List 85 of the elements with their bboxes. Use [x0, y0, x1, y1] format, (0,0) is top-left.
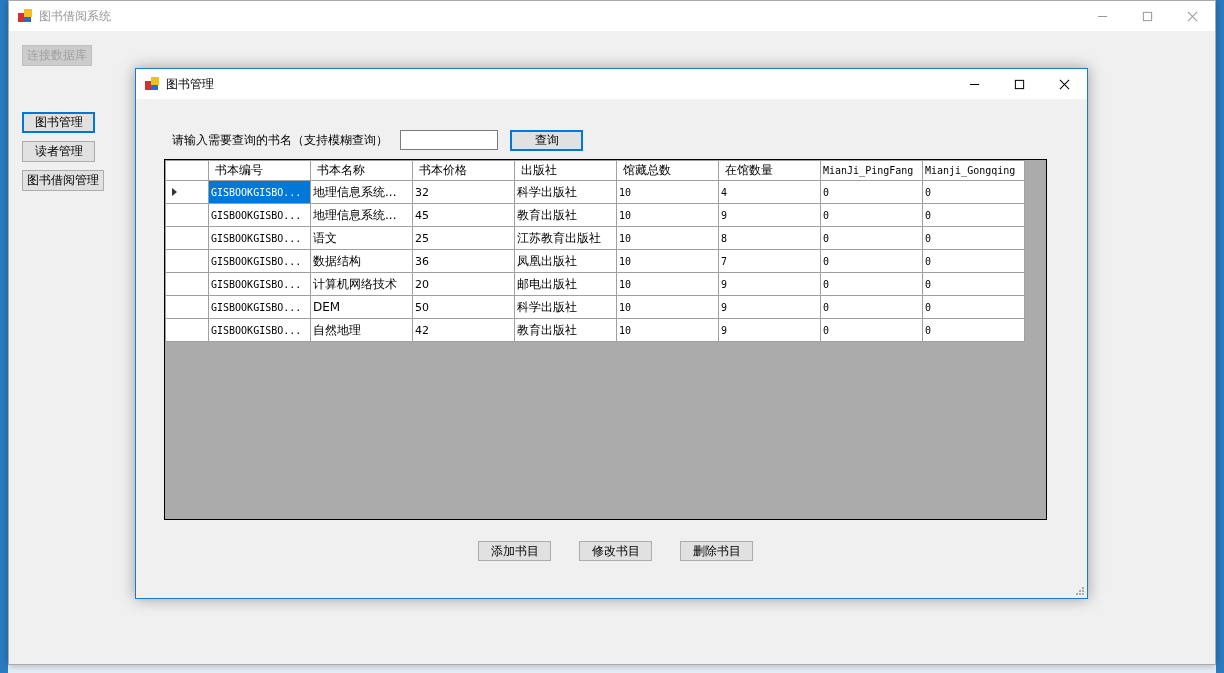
table-cell: 42	[412, 318, 515, 342]
table-cell: 教育出版社	[514, 203, 617, 227]
table-cell: 0	[922, 318, 1025, 342]
column-header[interactable]: 书本编号	[208, 160, 311, 181]
table-cell: 4	[718, 180, 821, 204]
column-header[interactable]: 出版社	[514, 160, 617, 181]
search-label: 请输入需要查询的书名（支持模糊查询）	[172, 131, 388, 149]
search-field[interactable]	[400, 130, 498, 150]
table-cell: 0	[922, 203, 1025, 227]
table-cell: 10	[616, 318, 719, 342]
column-header[interactable]: MianJi_PingFang	[820, 160, 923, 181]
table-cell: 邮电出版社	[514, 272, 617, 296]
row-header[interactable]	[165, 318, 209, 342]
table-cell: 0	[820, 318, 923, 342]
action-button[interactable]: 添加书目	[478, 541, 551, 561]
table-cell: 20	[412, 272, 515, 296]
table-cell: 自然地理	[310, 318, 413, 342]
table-cell: 地理信息系统...	[310, 203, 413, 227]
row-header[interactable]	[165, 249, 209, 273]
row-header[interactable]	[165, 203, 209, 227]
table-cell: 8	[718, 226, 821, 250]
table-cell: 10	[616, 272, 719, 296]
row-header[interactable]	[165, 180, 209, 204]
table-cell: 科学出版社	[514, 295, 617, 319]
table-cell: 0	[820, 180, 923, 204]
table-cell: 0	[820, 272, 923, 296]
row-header[interactable]	[165, 226, 209, 250]
current-row-arrow-icon	[172, 188, 177, 196]
table-cell: 9	[718, 318, 821, 342]
search-button[interactable]: 查询	[510, 129, 583, 151]
table-cell: GISBOOKGISBO...	[208, 318, 311, 342]
action-button[interactable]: 修改书目	[579, 541, 652, 561]
table-cell: 0	[922, 226, 1025, 250]
table-cell: 0	[820, 226, 923, 250]
resize-grip-icon[interactable]	[1076, 587, 1084, 595]
table-cell: 7	[718, 249, 821, 273]
table-cell: 数据结构	[310, 249, 413, 273]
table-cell: GISBOOKGISBO...	[208, 272, 311, 296]
table-cell: 50	[412, 295, 515, 319]
table-cell: 9	[718, 295, 821, 319]
table-cell: 0	[820, 295, 923, 319]
table-cell: 32	[412, 180, 515, 204]
table-cell: 科学出版社	[514, 180, 617, 204]
table-cell: GISBOOKGISBO...	[208, 249, 311, 273]
table-cell: 0	[922, 249, 1025, 273]
table-cell: 10	[616, 180, 719, 204]
table-cell: 0	[820, 249, 923, 273]
nav-button[interactable]: 图书管理	[22, 112, 95, 133]
window-title: 图书借阅系统	[39, 7, 111, 25]
table-cell: 江苏教育出版社	[514, 226, 617, 250]
nav-button[interactable]: 图书借阅管理	[22, 170, 104, 191]
column-header[interactable]: 书本名称	[310, 160, 413, 181]
nav-button[interactable]: 读者管理	[22, 141, 95, 162]
row-header[interactable]	[165, 295, 209, 319]
table-cell: 0	[820, 203, 923, 227]
row-header[interactable]	[165, 272, 209, 296]
table-cell: 45	[412, 203, 515, 227]
column-header[interactable]: 书本价格	[412, 160, 515, 181]
table-cell: DEM	[310, 295, 413, 319]
column-header[interactable]: Mianji_Gongqing	[922, 160, 1025, 181]
table-cell: 10	[616, 295, 719, 319]
column-header[interactable]: 在馆数量	[718, 160, 821, 181]
table-cell: 计算机网络技术	[310, 272, 413, 296]
table-cell: GISBOOKGISBO...	[208, 295, 311, 319]
table-cell: 0	[922, 295, 1025, 319]
table-cell: 0	[922, 272, 1025, 296]
table-cell: 9	[718, 203, 821, 227]
table-cell: 凤凰出版社	[514, 249, 617, 273]
table-cell: 10	[616, 226, 719, 250]
column-header[interactable]: 馆藏总数	[616, 160, 719, 181]
table-cell: 语文	[310, 226, 413, 250]
table-cell: 36	[412, 249, 515, 273]
app-icon	[18, 9, 32, 23]
table-cell: 教育出版社	[514, 318, 617, 342]
table-cell: GISBOOKGISBO...	[208, 226, 311, 250]
window-title: 图书管理	[166, 75, 214, 93]
table-cell: 0	[922, 180, 1025, 204]
table-cell: 25	[412, 226, 515, 250]
table-cell: 10	[616, 203, 719, 227]
app-icon	[145, 77, 159, 91]
table-cell: GISBOOKGISBO...	[208, 203, 311, 227]
table-cell: 10	[616, 249, 719, 273]
table-cell: 地理信息系统...	[310, 180, 413, 204]
action-button[interactable]: 删除书目	[680, 541, 753, 561]
table-cell: 9	[718, 272, 821, 296]
